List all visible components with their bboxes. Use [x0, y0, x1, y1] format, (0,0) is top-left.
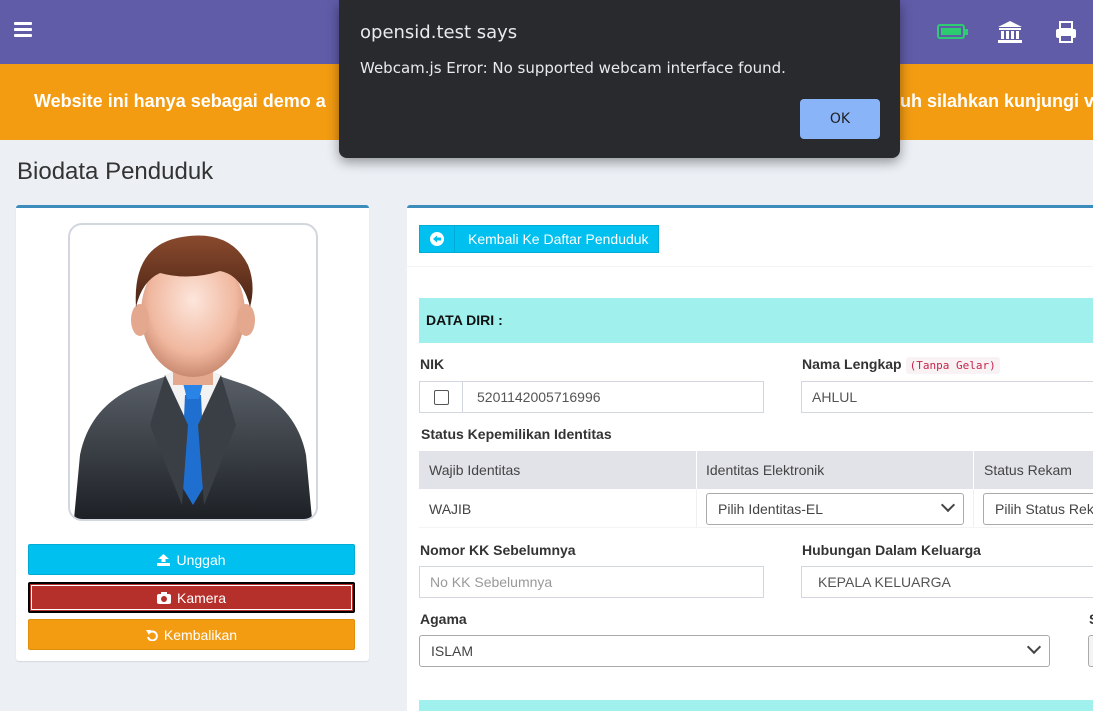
- banner-text-left: Website ini hanya sebagai demo a: [34, 91, 326, 111]
- undo-icon: [145, 629, 158, 641]
- arrow-circle-left-icon: [420, 226, 455, 252]
- s-label: S: [1089, 611, 1093, 627]
- nik-label: NIK: [420, 356, 445, 372]
- kk-sebelumnya-field[interactable]: No KK Sebelumnya: [419, 566, 764, 598]
- biodata-form-panel: Kembali Ke Daftar Penduduk DATA DIRI : N…: [407, 205, 1093, 711]
- divider: [407, 266, 1093, 267]
- upload-button[interactable]: Unggah: [28, 544, 355, 575]
- reset-button[interactable]: Kembalikan: [28, 619, 355, 650]
- person-avatar-icon: [74, 235, 312, 519]
- nama-label: Nama Lengkap: [802, 356, 902, 372]
- wajib-value: WAJIB: [429, 501, 472, 517]
- identitas-el-select[interactable]: Pilih Identitas-EL: [706, 493, 964, 525]
- identitas-el-value: Pilih Identitas-EL: [718, 501, 824, 517]
- chevron-down-icon: [1026, 639, 1042, 655]
- camera-button[interactable]: Kamera: [28, 582, 355, 613]
- dialog-title: opensid.test says: [360, 22, 518, 43]
- section-data-diri: DATA DIRI :: [419, 298, 1093, 343]
- nama-label-group: Nama Lengkap (Tanpa Gelar): [802, 356, 1000, 374]
- ok-button[interactable]: OK: [800, 99, 880, 139]
- agama-label: Agama: [420, 611, 467, 627]
- alert-dialog: opensid.test says Webcam.js Error: No su…: [339, 0, 900, 158]
- bank-icon[interactable]: [997, 20, 1023, 44]
- dialog-message: Webcam.js Error: No supported webcam int…: [360, 59, 786, 77]
- agama-select[interactable]: ISLAM: [419, 635, 1050, 667]
- chevron-down-icon: [940, 497, 956, 513]
- header-status-rekam: Status Rekam: [984, 462, 1072, 478]
- header-identitas-el: Identitas Elektronik: [706, 462, 825, 478]
- status-identitas-label: Status Kepemilikan Identitas: [421, 426, 612, 442]
- photo-panel: Unggah Kamera Kembalikan: [16, 205, 369, 661]
- nik-field[interactable]: 5201142005716996: [463, 382, 615, 412]
- back-to-list-button[interactable]: Kembali Ke Daftar Penduduk: [419, 225, 659, 253]
- hubungan-select[interactable]: KEPALA KELUARGA: [801, 566, 1093, 598]
- upload-label: Unggah: [176, 551, 226, 568]
- nama-hint: (Tanpa Gelar): [905, 357, 1000, 374]
- back-label: Kembali Ke Daftar Penduduk: [468, 231, 649, 247]
- printer-icon[interactable]: [1055, 20, 1077, 44]
- menu-toggle-icon[interactable]: [14, 22, 32, 38]
- agama-value: ISLAM: [431, 643, 474, 659]
- nik-input-group: 5201142005716996: [419, 381, 764, 413]
- nama-field[interactable]: AHLUL: [801, 381, 1093, 413]
- hubungan-label: Hubungan Dalam Keluarga: [802, 542, 981, 558]
- nik-checkbox[interactable]: [420, 382, 463, 412]
- camera-label: Kamera: [176, 589, 227, 606]
- header-wajib: Wajib Identitas: [429, 462, 521, 478]
- reset-label: Kembalikan: [163, 626, 238, 643]
- status-rekam-value: Pilih Status Reka: [995, 501, 1093, 517]
- s-select[interactable]: [1088, 635, 1093, 667]
- avatar: [68, 223, 318, 521]
- navbar-icons: [923, 18, 1093, 46]
- upload-icon: [157, 553, 171, 566]
- kk-label: Nomor KK Sebelumnya: [420, 542, 576, 558]
- identitas-table-header: Wajib Identitas Identitas Elektronik Sta…: [419, 451, 1093, 489]
- page-title: Biodata Penduduk: [17, 158, 214, 185]
- battery-icon[interactable]: [937, 24, 968, 39]
- status-rekam-select[interactable]: Pilih Status Reka: [983, 493, 1093, 525]
- banner-text-right: uh silahkan kunjungi v: [900, 91, 1093, 111]
- camera-icon: [156, 591, 171, 604]
- next-section-header: [419, 700, 1093, 711]
